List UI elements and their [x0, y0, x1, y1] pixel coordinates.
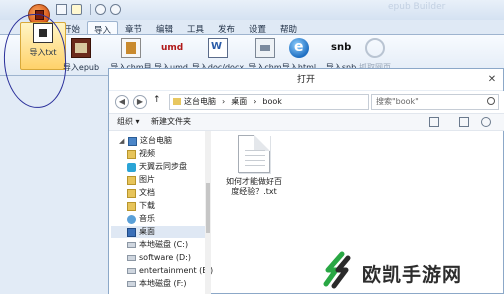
breadcrumb-book[interactable]: book [262, 95, 282, 109]
epub-book-icon [71, 38, 91, 58]
nav-item-documents[interactable]: 文档 [127, 187, 155, 199]
nav-label: 音乐 [139, 214, 155, 223]
nav-item-music[interactable]: 音乐 [127, 213, 155, 225]
nav-label: 这台电脑 [140, 136, 172, 145]
ie-globe-icon [289, 38, 309, 58]
nav-label: 本地磁盘 (F:) [139, 279, 187, 288]
site-watermark-logo: 欧凯手游网 [318, 250, 504, 290]
view-options-icon[interactable] [429, 117, 439, 127]
nav-item-drive-e[interactable]: entertainment (E:) [127, 265, 213, 277]
dialog-title: 打开 [109, 69, 503, 91]
preview-pane-icon[interactable] [459, 117, 469, 127]
open-folder-icon[interactable] [71, 4, 82, 15]
nav-label: software (D:) [139, 253, 191, 262]
search-icon [487, 97, 495, 105]
nav-label: 天翼云同步盘 [139, 162, 187, 171]
breadcrumb-sep: › [222, 97, 226, 106]
close-icon[interactable]: ✕ [485, 73, 499, 87]
music-icon [127, 214, 136, 224]
search-placeholder: 搜索"book" [376, 97, 419, 106]
nav-scrollbar[interactable] [205, 131, 211, 294]
brand-logo-icon [323, 251, 351, 289]
nav-item-pictures[interactable]: 图片 [127, 174, 155, 186]
help-icon[interactable] [481, 117, 491, 127]
word-doc-icon [208, 38, 228, 58]
new-folder-button[interactable]: 新建文件夹 [151, 114, 191, 130]
expand-arrow-icon[interactable]: ◢ [119, 135, 125, 147]
nav-label: 桌面 [139, 227, 155, 236]
organize-button[interactable]: 组织 ▾ [117, 114, 140, 130]
nav-item-this-pc[interactable]: ◢ 这台电脑 [119, 135, 172, 147]
nav-item-drive-c[interactable]: 本地磁盘 (C:) [127, 239, 188, 251]
nav-item-cloud-sync[interactable]: 天翼云同步盘 [127, 161, 187, 173]
folder-icon [127, 149, 136, 159]
nav-label: entertainment (E:) [139, 266, 214, 275]
nav-item-drive-f[interactable]: 本地磁盘 (F:) [127, 278, 186, 290]
folder-icon [173, 98, 181, 105]
chm-file-icon [255, 38, 275, 58]
nav-label: 视频 [139, 149, 155, 158]
snb-icon: snb [331, 42, 352, 53]
separator [86, 4, 91, 15]
drive-icon [127, 255, 136, 261]
computer-icon [128, 136, 137, 146]
folder-icon [127, 175, 136, 185]
chm-icon [121, 38, 141, 58]
back-button[interactable]: ◀ [115, 95, 129, 109]
title-bar: epub Builder [0, 0, 504, 20]
nav-label: 本地磁盘 (C:) [139, 240, 189, 249]
address-row: ◀ ▶ ↑ 这台电脑 › 桌面 › book 搜索"book" [109, 91, 504, 113]
up-icon[interactable]: ↑ [153, 95, 161, 105]
text-file-icon [238, 135, 270, 173]
nav-label: 下载 [139, 201, 155, 210]
nav-item-videos[interactable]: 视频 [127, 148, 155, 160]
search-input[interactable]: 搜索"book" [371, 94, 499, 110]
drive-icon [127, 281, 136, 287]
scroll-thumb[interactable] [206, 183, 210, 233]
breadcrumb-desktop[interactable]: 桌面 [231, 95, 247, 109]
umd-icon: umd [161, 43, 184, 53]
drive-icon [127, 268, 136, 274]
address-bar[interactable]: 这台电脑 › 桌面 › book [169, 94, 369, 110]
forward-button[interactable]: ▶ [133, 95, 147, 109]
cloud-icon [127, 162, 136, 172]
file-item[interactable]: 如何才能做好百度经验？.txt [225, 135, 283, 197]
nav-item-downloads[interactable]: 下载 [127, 200, 155, 212]
undo-icon[interactable] [95, 4, 106, 15]
drive-icon [127, 242, 136, 248]
folder-icon [127, 188, 136, 198]
download-folder-icon [127, 201, 136, 211]
brand-text: 欧凯手游网 [362, 264, 463, 286]
new-file-icon[interactable] [56, 4, 67, 15]
redo-icon[interactable] [110, 4, 121, 15]
app-title: epub Builder [388, 2, 446, 12]
file-name: 如何才能做好百度经验？.txt [226, 177, 282, 196]
quick-access-toolbar [56, 4, 121, 15]
nav-item-drive-d[interactable]: software (D:) [127, 252, 191, 264]
nav-label: 文档 [139, 188, 155, 197]
nav-label: 图片 [139, 175, 155, 184]
dialog-toolbar: 组织 ▾ 新建文件夹 [109, 113, 504, 131]
nav-item-desktop[interactable]: 桌面 [111, 226, 207, 238]
breadcrumb-sep: › [253, 97, 257, 106]
ribbon-label: 导入epub [62, 63, 100, 72]
workspace-background [0, 76, 110, 294]
desktop-icon [127, 227, 136, 237]
navigation-pane: ◢ 这台电脑 视频 天翼云同步盘 图片 文档 下载 音乐 桌面 本地磁盘 (C:… [109, 131, 213, 294]
web-grab-icon [365, 38, 385, 58]
breadcrumb-pc[interactable]: 这台电脑 [184, 95, 216, 109]
